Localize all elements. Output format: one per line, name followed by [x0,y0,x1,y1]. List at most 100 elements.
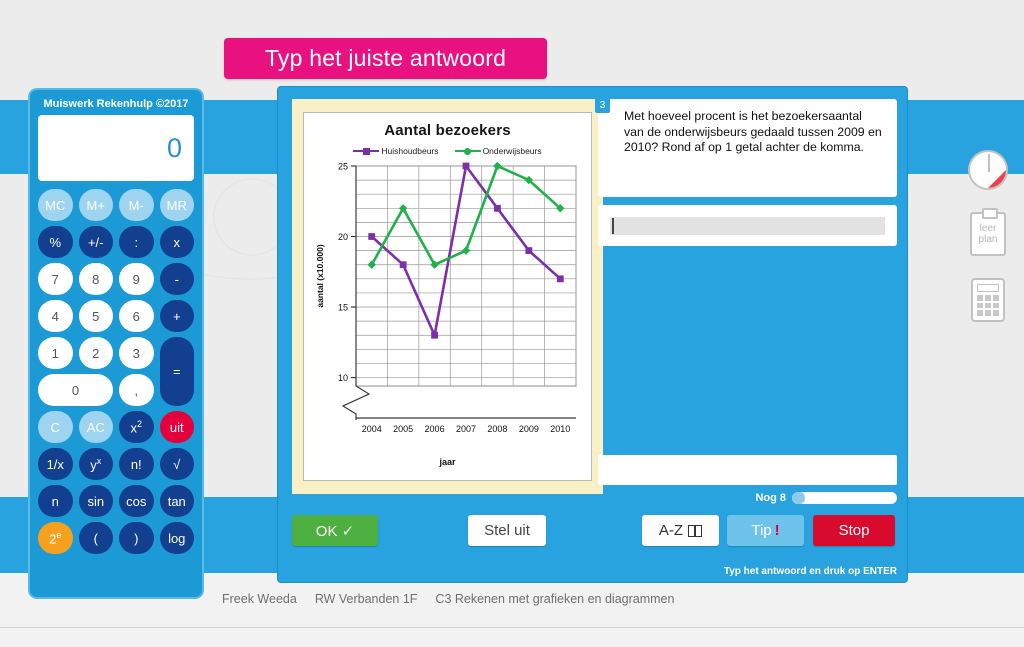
calculator-title: Muiswerk Rekenhulp ©2017 [43,98,189,110]
calc-key-cos[interactable]: cos [119,485,154,517]
calc-key-label: C [50,419,60,435]
book-icon [688,524,703,537]
calc-key-5[interactable]: 5 [78,300,113,332]
answer-card[interactable] [598,205,897,246]
postpone-button-label: Stel uit [484,522,530,539]
calc-key-label: % [49,234,62,250]
stop-button[interactable]: Stop [813,515,895,546]
calculator-toggle-button[interactable] [966,278,1010,322]
background-divider-rule [0,627,1024,628]
tip-exclamation-icon: ! [774,522,780,539]
calc-key-label: 2e [49,529,62,547]
calc-key-n[interactable]: n [38,485,73,517]
calc-key-label: MC [45,197,66,213]
right-icon-rail: leer plan [966,150,1010,344]
calc-key-[interactable]: + [159,300,194,332]
ok-button[interactable]: OK ✓ [292,515,378,546]
calc-key-1[interactable]: 1 [38,337,73,369]
question-text: Met hoeveel procent is het bezoekersaant… [624,109,882,154]
calc-key-C[interactable]: C [38,411,73,443]
calc-key-label: AC [86,419,105,435]
calc-key-label: : [134,234,139,250]
svg-text:10: 10 [337,373,347,383]
calc-key-3[interactable]: 3 [119,337,154,369]
calc-key-M[interactable]: M+ [78,189,113,221]
calc-key-[interactable]: √ [159,448,194,480]
calc-key-label: uit [169,419,184,435]
calc-key-[interactable]: : [119,226,154,258]
calc-key-9[interactable]: 9 [119,263,154,295]
calc-key-label: ( [93,530,98,546]
calc-key-AC[interactable]: AC [78,411,113,443]
calc-key-7[interactable]: 7 [38,263,73,295]
calc-key-[interactable]: , [119,374,154,406]
line-chart-plot: 10 15 20 25 2004 2005 2006 2007 2008 2009 2010 aant… [315,162,576,434]
calc-key-8[interactable]: 8 [78,263,113,295]
calc-key-label: +/- [87,234,104,250]
calc-key-label: M+ [86,197,105,213]
calc-key-label: cos [126,493,147,509]
calc-key-4[interactable]: 4 [38,300,73,332]
pie-progress-icon [968,150,1008,190]
progress-bar-fill [792,492,806,504]
tip-button[interactable]: Tip ! [727,515,804,546]
calc-key-MC[interactable]: MC [38,189,73,221]
calc-key-[interactable]: +/- [78,226,113,258]
calc-key-label: n [51,493,59,509]
calc-key-label: √ [173,456,181,472]
status-meta-bar: Freek Weeda RW Verbanden 1F C3 Rekenen m… [222,592,674,606]
ok-button-label: OK ✓ [315,522,355,540]
calc-key-1x[interactable]: 1/x [38,448,73,480]
calc-key-tan[interactable]: tan [159,485,194,517]
calculator-icon [971,278,1005,322]
legend-swatch-huishoudbeurs [353,147,380,155]
postpone-button[interactable]: Stel uit [468,515,546,546]
calc-key-label: x [173,234,181,250]
calc-key-x[interactable]: x [159,226,194,258]
calc-key-label: 4 [51,308,59,324]
calc-key-[interactable]: - [159,263,194,295]
calc-key-uit[interactable]: uit [159,411,194,443]
calculator-keypad: MC M+ M- MR% +/-: x 7 8 9 - 4 5 6 +1 2 3 = 0, C AC x2 uit 1/x y… [38,189,194,554]
student-name: Freek Weeda [222,592,297,606]
calc-key-label: , [134,382,139,398]
legend-swatch-onderwijsbeurs [454,147,481,155]
calc-key-n[interactable]: n! [119,448,154,480]
calc-key-[interactable]: = [159,337,194,406]
calc-key-log[interactable]: log [159,522,194,554]
calc-key-2[interactable]: 2 [78,337,113,369]
calc-key-label: + [172,308,181,324]
legend-item-onderwijsbeurs: Onderwijsbeurs [454,146,542,156]
svg-text:2007: 2007 [455,424,475,434]
calc-key-label: 5 [92,308,100,324]
calc-key-label: log [168,530,186,546]
svg-text:2009: 2009 [518,424,538,434]
progress-pie-button[interactable] [966,150,1010,190]
calc-key-MR[interactable]: MR [159,189,194,221]
calc-key-[interactable]: ) [119,522,154,554]
calc-key-label: 8 [92,271,100,287]
calc-key-2e[interactable]: 2e [38,522,73,554]
progress-bar [792,492,897,504]
calc-key-M[interactable]: M- [119,189,154,221]
plan-label-line1: leer [979,223,997,234]
svg-text:2006: 2006 [424,424,444,434]
svg-text:25: 25 [337,162,347,172]
calc-key-sin[interactable]: sin [78,485,113,517]
text-caret [612,217,614,234]
calculator-icon-screen [977,284,999,292]
chart-x-axis-label: jaar [439,457,456,467]
calc-key-6[interactable]: 6 [119,300,154,332]
question-number-badge: 3 [595,97,610,113]
calc-key-x2[interactable]: x2 [119,411,154,443]
plan-label-line2: plan [978,234,998,245]
chart-title: Aantal bezoekers [384,122,511,139]
dictionary-button[interactable]: A-Z [642,515,719,546]
calc-key-[interactable]: ( [78,522,113,554]
calc-key-0[interactable]: 0 [38,374,113,406]
answer-input[interactable] [610,216,885,235]
calc-key-yx[interactable]: yx [78,448,113,480]
lesson-plan-button[interactable]: leer plan [966,208,1010,256]
calc-key-[interactable]: % [38,226,73,258]
progress-row: Nog 8 [598,491,897,505]
